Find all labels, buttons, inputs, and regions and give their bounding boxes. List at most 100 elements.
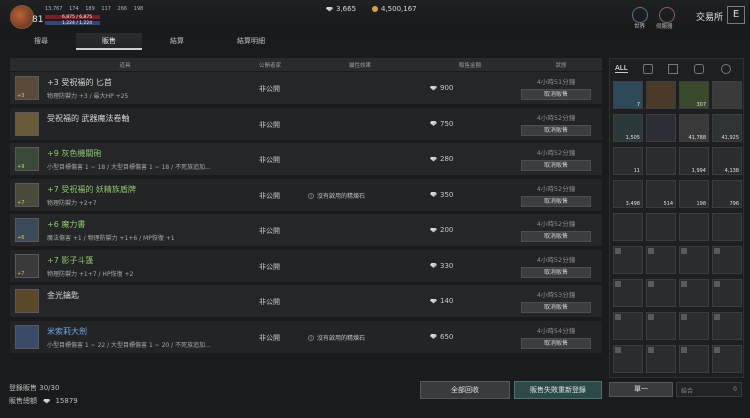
inventory-slot[interactable]: [613, 345, 643, 373]
public-status: 非公開: [259, 85, 280, 93]
globe-icon[interactable]: [632, 7, 648, 23]
tab-settle[interactable]: 結算: [144, 33, 210, 50]
price-value: 650: [440, 332, 454, 341]
cancel-sale-button[interactable]: 取消販售: [521, 160, 591, 171]
inventory-slot[interactable]: [646, 246, 676, 274]
relist-failed-button[interactable]: 販售失敗重新登錄: [514, 381, 602, 399]
inventory-slot[interactable]: 1,994: [679, 147, 709, 175]
exit-button[interactable]: E: [727, 6, 745, 24]
inventory-slot[interactable]: 11: [613, 147, 643, 175]
inventory-slot[interactable]: [613, 312, 643, 340]
total-label: 販售總額: [9, 397, 37, 405]
inventory-slot[interactable]: 4,138: [712, 147, 742, 175]
enhance-level: +3: [17, 93, 25, 99]
inventory-slot[interactable]: [613, 213, 643, 241]
single-button[interactable]: 單一: [609, 382, 673, 397]
inventory-slot[interactable]: 7: [613, 81, 643, 109]
item-icon[interactable]: +6: [15, 218, 39, 242]
table-row: 金光鑰匙 非公開 140 4小時53分鐘 取消販售: [10, 285, 602, 318]
item-name: +9 灰色機關砲: [47, 149, 102, 158]
inventory-slot[interactable]: [679, 279, 709, 307]
inventory-slot[interactable]: 307: [679, 81, 709, 109]
stat-value: 13,767: [45, 6, 63, 12]
inventory-slot[interactable]: [646, 213, 676, 241]
sale-price: 140: [430, 297, 453, 305]
inventory-slot[interactable]: [712, 246, 742, 274]
slot-count: 3,498: [625, 201, 640, 207]
inventory-slot[interactable]: [646, 147, 676, 175]
inventory-slot[interactable]: 514: [646, 180, 676, 208]
inventory-slot[interactable]: [679, 213, 709, 241]
sale-price: 750: [430, 120, 453, 128]
server-icon[interactable]: [659, 7, 675, 23]
equip-tag: [681, 281, 687, 287]
tab-sell[interactable]: 販售: [76, 33, 142, 50]
ring-icon[interactable]: [721, 64, 731, 74]
combine-field[interactable]: 結合 0: [676, 382, 742, 397]
inventory-slot[interactable]: 796: [712, 180, 742, 208]
slot-count: 41,925: [721, 135, 740, 141]
bag-icon[interactable]: [694, 64, 704, 74]
col-header-public: 公開者家: [258, 63, 281, 69]
item-icon[interactable]: [15, 324, 39, 349]
inventory-slot[interactable]: [679, 312, 709, 340]
cancel-sale-button[interactable]: 取消販售: [521, 337, 591, 349]
remaining-time: 4小時54分鐘: [536, 326, 576, 335]
inventory-slot[interactable]: [646, 81, 676, 109]
item-icon[interactable]: +9: [15, 147, 39, 171]
avatar[interactable]: [10, 5, 34, 29]
tab-settle-details[interactable]: 結算明細: [212, 33, 290, 50]
inventory-slot[interactable]: [646, 345, 676, 373]
inventory-slot[interactable]: [712, 312, 742, 340]
attribute-effect: ? 沒有啟用的精煉石: [308, 191, 365, 200]
inventory-slot[interactable]: [712, 213, 742, 241]
enhance-level: +7: [17, 199, 25, 206]
equip-tag: [714, 248, 720, 254]
recall-all-button[interactable]: 全部回收: [420, 381, 510, 399]
cancel-sale-button[interactable]: 取消販售: [521, 231, 591, 242]
inventory-slot[interactable]: [646, 312, 676, 340]
inventory-slot[interactable]: 41,925: [712, 114, 742, 142]
inventory-slot[interactable]: [712, 81, 742, 109]
inventory-slot[interactable]: 41,788: [679, 114, 709, 142]
inventory-slot[interactable]: [712, 345, 742, 373]
inventory-slot[interactable]: [679, 246, 709, 274]
inventory-slot[interactable]: [712, 279, 742, 307]
cancel-sale-button[interactable]: 取消販售: [521, 89, 591, 100]
cancel-sale-button[interactable]: 取消販售: [521, 195, 591, 207]
inventory-slot[interactable]: [613, 246, 643, 274]
remaining-time: 4小時53分鐘: [536, 291, 576, 299]
item-icon[interactable]: +3: [15, 76, 39, 100]
help-icon[interactable]: ?: [308, 192, 314, 199]
public-status: 非公開: [259, 156, 280, 164]
col-header-price: 販售金額: [458, 63, 481, 69]
inventory-slot[interactable]: 198: [679, 180, 709, 208]
inventory-slot[interactable]: [613, 279, 643, 307]
help-icon[interactable]: ?: [308, 334, 314, 341]
gem-icon: [430, 298, 437, 304]
inventory-slot[interactable]: [646, 279, 676, 307]
tab-search[interactable]: 搜尋: [8, 33, 74, 50]
remaining-time: 4小時52分鐘: [536, 184, 576, 193]
inventory-slot[interactable]: 1,505: [613, 114, 643, 142]
item-icon[interactable]: [15, 111, 39, 136]
cancel-sale-button[interactable]: 取消販售: [521, 302, 591, 313]
inventory-slot[interactable]: [679, 345, 709, 373]
top-bar: 81 13,767 174 189 117 266 198 6,875 / 6,…: [0, 0, 750, 33]
inventory-slot[interactable]: [646, 114, 676, 142]
filter-all[interactable]: ALL: [615, 64, 628, 73]
sales-total: 販售總額 15879: [9, 396, 78, 406]
item-icon[interactable]: +7: [15, 182, 39, 207]
cancel-sale-button[interactable]: 取消販售: [521, 266, 591, 278]
inventory-slot[interactable]: 3,498: [613, 180, 643, 208]
enhance-level: +6: [17, 235, 25, 241]
helmet-icon[interactable]: [643, 64, 653, 74]
cancel-sale-button[interactable]: 取消販售: [521, 124, 591, 136]
item-icon[interactable]: [15, 289, 39, 313]
gold-currency: 4,500,167: [372, 5, 417, 13]
remaining-time: 4小時52分鐘: [536, 255, 576, 264]
item-icon[interactable]: +7: [15, 253, 39, 278]
item-name: 米索莉大劍: [47, 326, 87, 336]
equip-tag: [648, 248, 654, 254]
armor-icon[interactable]: [668, 64, 678, 74]
